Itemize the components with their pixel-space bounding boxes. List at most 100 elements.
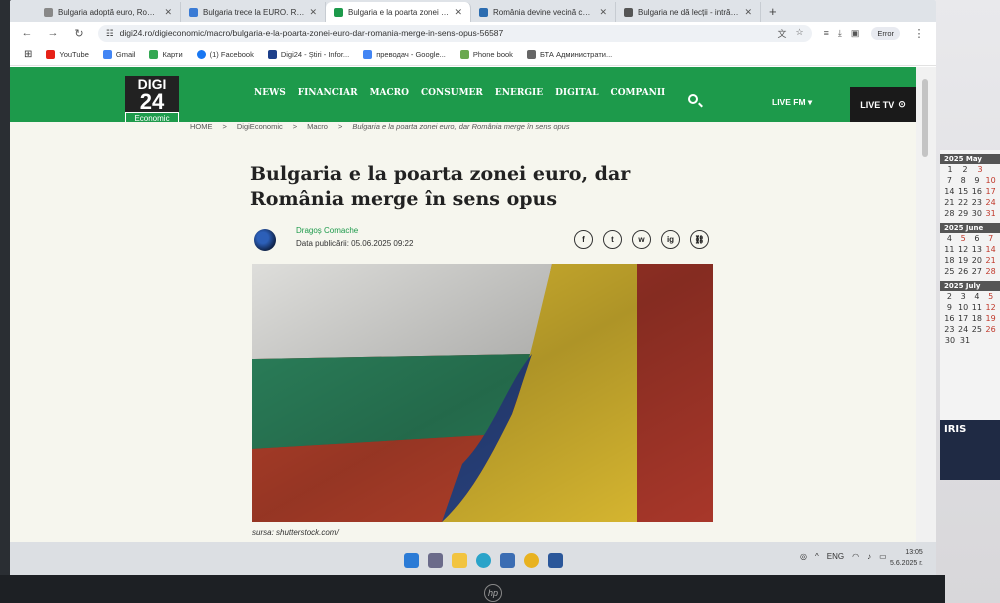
word-icon[interactable]: [548, 553, 563, 568]
tab-close-icon[interactable]: ✕: [744, 7, 752, 18]
author-row: Dragoș Comache Data publicării: 05.06.20…: [254, 226, 714, 256]
author-name[interactable]: Dragoș Comache: [296, 226, 358, 235]
download-icon[interactable]: ⤓: [838, 28, 842, 39]
laptop-bezel: [0, 575, 945, 603]
tab-close-icon[interactable]: ✕: [454, 7, 462, 18]
tab-2[interactable]: Bulgaria e la poarta zonei euro ✕: [326, 2, 471, 22]
site-info-icon[interactable]: ☷: [106, 28, 114, 39]
twitter-share-icon[interactable]: t: [603, 230, 622, 249]
battery-icon[interactable]: ▭: [879, 552, 887, 561]
nav-digital[interactable]: DIGITAL: [555, 88, 598, 98]
bookmark-facebook[interactable]: (1) Facebook: [196, 50, 254, 59]
logo-number: 24: [125, 91, 179, 113]
whatsapp-share-icon[interactable]: w: [632, 230, 651, 249]
nav-news[interactable]: NEWS: [254, 88, 286, 98]
tab-close-icon[interactable]: ✕: [164, 7, 172, 18]
address-bar: ← → ↻ ☷ digi24.ro/digieconomic/macro/bul…: [10, 22, 936, 44]
bookmark-digi24[interactable]: Digi24 - Știri - Infor...: [267, 50, 350, 59]
tab-strip: Bulgaria adoptă euro, România ✕ Bulgaria…: [10, 0, 936, 22]
store-icon[interactable]: [500, 553, 515, 568]
play-icon: ⊙: [898, 99, 906, 109]
apps-icon[interactable]: ⊞: [24, 49, 32, 60]
bookmark-label: преводач - Google...: [376, 50, 446, 59]
tab-3[interactable]: România devine vecină cu zona ✕: [471, 2, 616, 22]
wifi-icon[interactable]: ◠: [852, 552, 859, 561]
crumb-separator: >: [292, 122, 298, 131]
chevron-up-icon[interactable]: ^: [815, 552, 819, 561]
back-icon[interactable]: ←: [20, 27, 34, 39]
bookmark-phonebook[interactable]: Phone book: [459, 50, 513, 59]
volume-icon[interactable]: ♪: [867, 552, 871, 561]
search-icon[interactable]: [688, 94, 698, 104]
file-explorer-icon[interactable]: [452, 553, 467, 568]
tab-0[interactable]: Bulgaria adoptă euro, România ✕: [36, 2, 181, 22]
extensions-icon[interactable]: ▣: [851, 28, 860, 39]
chrome-icon[interactable]: [524, 553, 539, 568]
crumb-separator: >: [337, 122, 343, 131]
publish-date: Data publicării: 05.06.2025 09:22: [296, 239, 414, 248]
instagram-share-icon[interactable]: ig: [661, 230, 680, 249]
bookmark-gmail[interactable]: Gmail: [102, 50, 135, 59]
tab-favicon-icon: [479, 7, 488, 17]
crumb-digieconomic[interactable]: DigiEconomic: [237, 122, 283, 131]
phonebook-icon: [459, 50, 469, 59]
tab-4[interactable]: Bulgaria ne dă lecții - intră în zona ✕: [616, 2, 761, 22]
nav-energie[interactable]: ENERGIE: [495, 88, 543, 98]
site-navigation: DIGI 24 Economic NEWS FINANCIAR MACRO CO…: [10, 67, 916, 125]
crumb-separator: >: [222, 122, 227, 131]
live-tv-button[interactable]: LIVE TV ⊙: [850, 87, 916, 122]
bookmark-label: Digi24 - Știri - Infor...: [280, 50, 350, 59]
bookmark-label: Карти: [162, 50, 183, 59]
bookmark-translate[interactable]: преводач - Google...: [363, 50, 446, 59]
scrollbar-thumb[interactable]: [922, 79, 928, 157]
crumb-home[interactable]: HOME: [190, 122, 213, 131]
clock[interactable]: 13:05 5.6.2025 г.: [890, 547, 923, 569]
nav-macro[interactable]: MACRO: [370, 88, 409, 98]
article-title: Bulgaria e la poarta zonei euro, dar Rom…: [250, 163, 631, 210]
wall-calendar: 2025 May 123 7 8 9 10 14 15 16 17 21 22 23 24 28 2…: [940, 150, 1000, 480]
image-caption: sursa: shutterstock.com/: [252, 528, 339, 537]
breadcrumb: HOME > DigiEconomic > Macro > Bulgaria e…: [190, 122, 570, 131]
edge-icon[interactable]: [476, 553, 491, 568]
calendar-month-may: 2025 May: [940, 154, 1000, 164]
reload-icon[interactable]: ↻: [72, 27, 86, 40]
tab-favicon-icon: [334, 7, 343, 17]
url-field[interactable]: ☷ digi24.ro/digieconomic/macro/bulgaria-…: [98, 24, 812, 42]
copy-link-icon[interactable]: ⛓: [690, 230, 709, 249]
hp-logo: hp: [484, 584, 502, 602]
bookmark-star-icon[interactable]: ☆: [795, 27, 803, 40]
google-icon: [102, 50, 112, 59]
digi24-logo[interactable]: DIGI 24 Economic: [125, 76, 179, 126]
author-avatar[interactable]: [254, 229, 276, 251]
scrollbar[interactable]: [916, 67, 936, 542]
windows-start-icon[interactable]: [404, 553, 419, 568]
tab-1[interactable]: Bulgaria trece la EURO. Român ✕: [181, 2, 326, 22]
facebook-share-icon[interactable]: f: [574, 230, 593, 249]
menu-icon[interactable]: ⋮: [912, 27, 926, 40]
widgets-icon[interactable]: [428, 553, 443, 568]
live-fm-button[interactable]: LIVE FM ▾: [772, 97, 812, 108]
language-indicator[interactable]: ENG: [827, 552, 844, 561]
new-tab-button[interactable]: +: [761, 2, 785, 22]
bookmark-label: (1) Facebook: [209, 50, 254, 59]
bookmark-bta[interactable]: БТА Администрати...: [526, 50, 613, 59]
tray-app-icon[interactable]: ◎: [800, 552, 807, 561]
laptop-screen: Bulgaria adoptă euro, România ✕ Bulgaria…: [10, 0, 936, 580]
bookmarks-bar: ⊞ YouTube Gmail Карти (1) Facebook Digi2…: [10, 44, 936, 66]
nav-consumer[interactable]: CONSUMER: [421, 88, 483, 98]
bookmark-youtube[interactable]: YouTube: [46, 50, 89, 59]
profile-button[interactable]: Error: [871, 26, 900, 40]
tab-label: Bulgaria e la poarta zonei euro: [348, 7, 450, 17]
forward-icon[interactable]: →: [46, 27, 60, 39]
crumb-macro[interactable]: Macro: [307, 122, 328, 131]
calendar-ad: IRIS: [940, 420, 1000, 480]
nav-companii[interactable]: COMPANII: [611, 88, 666, 98]
tab-close-icon[interactable]: ✕: [309, 7, 317, 18]
translate-icon[interactable]: 文: [777, 27, 786, 40]
bookmark-maps[interactable]: Карти: [149, 50, 183, 59]
bookmark-label: БТА Администрати...: [539, 50, 613, 59]
crumb-current: Bulgaria e la poarta zonei euro, dar Rom…: [352, 122, 570, 131]
nav-financiar[interactable]: FINANCIAR: [298, 88, 358, 98]
media-icon[interactable]: ≡: [824, 28, 829, 39]
tab-close-icon[interactable]: ✕: [599, 7, 607, 18]
